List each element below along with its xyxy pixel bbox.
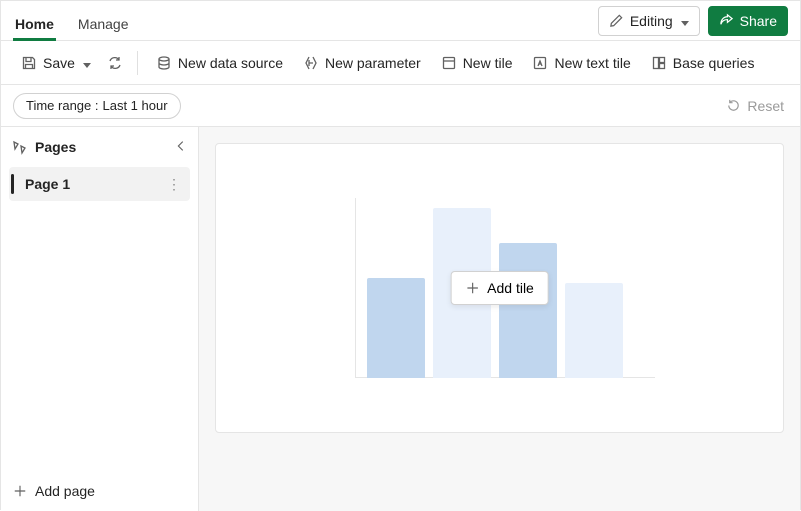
page-item[interactable]: Page 1 ⋮ xyxy=(9,167,190,201)
pages-title: Pages xyxy=(35,139,166,155)
header-tab-row: Home Manage Editing Share xyxy=(1,1,800,41)
pages-icon xyxy=(11,139,27,155)
add-tile-button[interactable]: Add tile xyxy=(450,271,549,305)
text-tile-icon xyxy=(532,55,548,71)
new-tile-button[interactable]: New tile xyxy=(433,47,521,79)
add-page-button[interactable]: Add page xyxy=(1,469,198,511)
toolbar-divider xyxy=(137,51,138,75)
share-button[interactable]: Share xyxy=(708,6,788,36)
plus-icon xyxy=(13,484,27,498)
chevron-down-icon xyxy=(679,13,689,29)
save-icon xyxy=(21,55,37,71)
tab-manage[interactable]: Manage xyxy=(76,6,131,40)
main-area: Pages Page 1 ⋮ Add page Add tile xyxy=(1,127,800,511)
canvas-area: Add tile xyxy=(199,127,800,511)
filter-bar: Time range : Last 1 hour Reset xyxy=(1,85,800,127)
tab-home[interactable]: Home xyxy=(13,6,56,41)
add-tile-label: Add tile xyxy=(487,280,534,296)
collapse-sidebar-button[interactable] xyxy=(174,139,188,156)
pencil-icon xyxy=(609,13,624,28)
time-range-label: Time range : xyxy=(26,98,99,113)
chart-bar xyxy=(565,283,623,378)
page-item-label: Page 1 xyxy=(25,176,167,192)
base-queries-label: Base queries xyxy=(673,55,755,71)
base-queries-icon xyxy=(651,55,667,71)
new-data-source-button[interactable]: New data source xyxy=(148,47,291,79)
pages-header: Pages xyxy=(1,127,198,167)
refresh-button[interactable] xyxy=(103,47,127,79)
editing-mode-label: Editing xyxy=(630,13,673,29)
reset-icon xyxy=(726,98,741,113)
plus-icon xyxy=(465,281,479,295)
new-text-tile-label: New text tile xyxy=(554,55,630,71)
chart-bar xyxy=(367,278,425,378)
reset-button[interactable]: Reset xyxy=(722,98,788,114)
base-queries-button[interactable]: Base queries xyxy=(643,47,763,79)
chart-axis-y xyxy=(355,198,356,378)
page-item-more-button[interactable]: ⋮ xyxy=(167,177,182,191)
add-page-label: Add page xyxy=(35,483,95,499)
header-tabs: Home Manage xyxy=(13,1,131,40)
save-button[interactable]: Save xyxy=(13,47,99,79)
new-parameter-button[interactable]: New parameter xyxy=(295,47,429,79)
new-data-source-label: New data source xyxy=(178,55,283,71)
dashboard-canvas[interactable]: Add tile xyxy=(215,143,784,433)
refresh-icon xyxy=(107,55,123,71)
time-range-value: Last 1 hour xyxy=(103,98,168,113)
new-parameter-label: New parameter xyxy=(325,55,421,71)
page-list: Page 1 ⋮ xyxy=(1,167,198,469)
chevron-left-icon xyxy=(174,139,188,153)
save-label: Save xyxy=(43,55,75,71)
chevron-down-icon xyxy=(81,55,91,71)
chart-bar xyxy=(499,243,557,378)
new-tile-label: New tile xyxy=(463,55,513,71)
time-range-pill[interactable]: Time range : Last 1 hour xyxy=(13,93,181,119)
share-label: Share xyxy=(740,13,777,29)
tile-icon xyxy=(441,55,457,71)
new-text-tile-button[interactable]: New text tile xyxy=(524,47,638,79)
editing-mode-button[interactable]: Editing xyxy=(598,6,700,36)
share-icon xyxy=(719,13,734,28)
reset-label: Reset xyxy=(747,98,784,114)
pages-sidebar: Pages Page 1 ⋮ Add page xyxy=(1,127,199,511)
parameter-icon xyxy=(303,55,319,71)
database-icon xyxy=(156,55,172,71)
toolbar: Save New data source New parameter New t… xyxy=(1,41,800,85)
